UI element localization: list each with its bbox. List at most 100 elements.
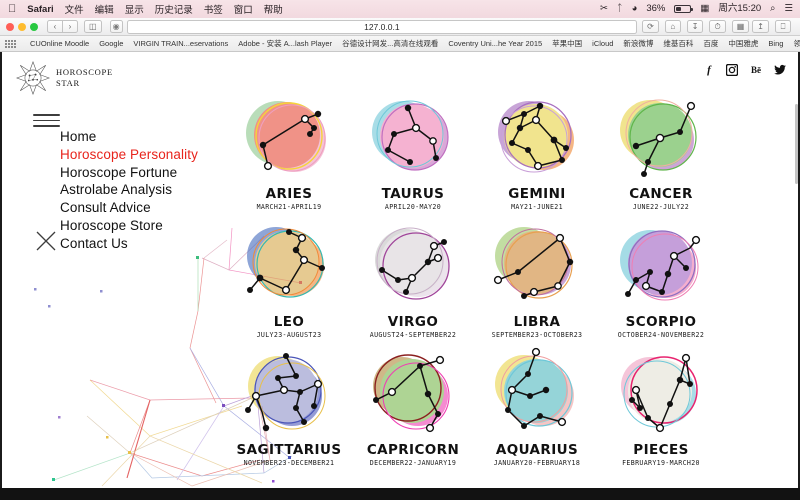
nav-item-home[interactable]: Home [60,128,198,146]
notification-center-icon[interactable]: ☰ [784,4,793,14]
bluetooth-icon[interactable]: ᛏ [617,4,623,14]
zodiac-dates: AUGUST24-SEPTEMBER22 [369,331,457,339]
menu-clock[interactable]: 周六15:20 [718,4,761,14]
tabs-icon[interactable]: ⎕ [775,20,791,33]
bookmark-item[interactable]: 谷德设计网发...高清在线观看 [342,38,438,49]
zodiac-name: ARIES [265,186,313,202]
reload-icon[interactable]: ⟳ [642,20,659,33]
url-input[interactable]: 127.0.0.1 [126,19,638,34]
zodiac-card-capricorn[interactable]: CAPRICORN DECEMBER22-JANUARY19 [354,344,472,467]
zodiac-card-pieces[interactable]: PIECES FEBRUARY19-MARCH20 [602,344,720,467]
menu-item-edit[interactable]: 编辑 [95,2,114,16]
nav-item-horoscope-personality[interactable]: Horoscope Personality [60,146,198,164]
bookmark-item[interactable]: Google [99,39,123,48]
bookmark-item[interactable]: VIRGIN TRAIN...eservations [133,39,228,48]
bookmark-item[interactable]: iCloud [592,39,613,48]
address-bar-area[interactable]: ◉ 127.0.0.1 [109,19,638,34]
history-icon[interactable]: ⏱ [709,20,726,33]
zodiac-card-aries[interactable]: ARIES MARCH21-APRIL19 [230,88,348,211]
menu-item-bookmarks[interactable]: 书签 [204,2,223,16]
zodiac-card-aquarius[interactable]: AQUARIUS JANUARY20-FEBRUARY18 [478,344,596,467]
zodiac-card-scorpio[interactable]: SCORPIO OCTOBER24-NOVEMBER22 [602,216,720,339]
apple-icon[interactable]:  [8,3,16,15]
zodiac-art-pieces [621,353,698,433]
social-links: f Bē [703,64,786,76]
menu-item-view[interactable]: 显示 [125,2,144,16]
home-icon[interactable]: ⌂ [664,20,681,33]
top-sites-icon[interactable]: ▦ [731,20,750,33]
bookmark-item[interactable]: Adobe - 安装 A...lash Player [238,38,332,49]
zodiac-name: SCORPIO [625,314,697,330]
zodiac-card-leo[interactable]: LEO JULY23-AUGUST23 [230,216,348,339]
zodiac-card-libra[interactable]: LIBRA SEPTEMBER23-OCTOBER23 [478,216,596,339]
nav-item-horoscope-store[interactable]: Horoscope Store [60,217,198,235]
menu-app-name[interactable]: Safari [27,4,53,15]
bookmark-item[interactable]: 维基百科 [663,38,693,49]
reader-icon[interactable]: ◉ [109,20,123,33]
nav-item-astrolabe-analysis[interactable]: Astrolabe Analysis [60,181,198,199]
menu-item-window[interactable]: 窗口 [234,2,253,16]
twitter-icon[interactable] [774,64,786,76]
macos-dock[interactable] [0,488,800,500]
downloads-icon[interactable]: ↧ [686,20,704,33]
zodiac-dates: FEBRUARY19-MARCH20 [622,459,700,467]
toolbar-actions[interactable]: ⟳ ⌂ ↧ ⏱ ▦ [642,20,752,33]
zodiac-name: CANCER [629,186,693,202]
input-source-icon[interactable]: ▦ [700,4,709,14]
minimize-window-button[interactable] [18,22,26,31]
menu-item-file[interactable]: 文件 [65,2,84,16]
zoom-window-button[interactable] [30,22,38,31]
zodiac-art-scorpio [620,230,701,301]
show-all-bookmarks-icon[interactable] [5,39,16,48]
behance-icon[interactable]: Bē [749,64,763,76]
zodiac-art-sagittarius [245,353,326,432]
bookmark-item[interactable]: CUOnline Moodle [30,39,89,48]
nav-button-group[interactable]: ‹ › [47,20,78,33]
zodiac-name: LIBRA [513,314,561,330]
safari-toolbar: ‹ › ◫ ◉ 127.0.0.1 ⟳ ⌂ ↧ ⏱ ▦ ↥ ⎕ [0,18,800,36]
screen:  Safari 文件 编辑 显示 历史记录 书签 窗口 帮助 ✂ ᛏ ◕ 36… [0,0,800,500]
zodiac-name: AQUARIUS [495,442,579,458]
zodiac-art-aquarius [495,347,574,429]
window-controls[interactable] [6,22,38,31]
menu-item-help[interactable]: 帮助 [264,2,283,16]
zodiac-card-gemini[interactable]: GEMINI MAY21-JUNE21 [478,88,596,211]
zodiac-card-sagittarius[interactable]: SAGITTARIUS NOVEMBER23-DECEMBER21 [230,344,348,467]
bookmark-item[interactable]: Coventry Uni...he Year 2015 [448,39,542,48]
nav-item-contact-us[interactable]: Contact Us [60,235,198,253]
back-button[interactable]: ‹ [47,20,63,33]
zodiac-art-aries [246,101,326,172]
bookmarks-bar: CUOnline Moodle Google VIRGIN TRAIN...es… [0,36,800,52]
page-scrollbar[interactable] [795,104,798,184]
zodiac-art-libra [493,227,574,299]
share-icon[interactable]: ↥ [752,20,769,33]
zodiac-dates: MARCH21-APRIL19 [256,203,322,211]
bookmark-item[interactable]: 领英 [793,38,800,49]
star-burst-icon [16,61,50,95]
menu-item-history[interactable]: 历史记录 [155,2,193,16]
toolbar-right-actions[interactable]: ↥ ⎕ [752,20,794,33]
forward-button[interactable]: › [62,20,78,33]
sidebar-icon[interactable]: ◫ [84,20,102,33]
zodiac-card-taurus[interactable]: TAURUS APRIL20-MAY20 [354,88,472,211]
zodiac-card-virgo[interactable]: VIRGO AUGUST24-SEPTEMBER22 [354,216,472,339]
close-window-button[interactable] [6,22,14,31]
zodiac-card-cancer[interactable]: CANCER JUNE22-JULY22 [602,88,720,211]
bookmark-item[interactable]: 中国雅虎 [728,38,758,49]
bookmark-item[interactable]: 百度 [703,38,718,49]
nav-item-consult-advice[interactable]: Consult Advice [60,199,198,217]
bookmark-item[interactable]: 新浪微博 [623,38,653,49]
site-logo[interactable]: HOROSCOPE STAR [16,61,113,95]
bookmark-item[interactable]: Bing [768,39,783,48]
scissors-icon[interactable]: ✂ [600,4,608,14]
spotlight-search-icon[interactable]: ⌕ [770,4,775,14]
battery-icon[interactable] [674,5,693,13]
bookmark-item[interactable]: 苹果中国 [552,38,582,49]
close-x-icon[interactable] [35,230,57,252]
facebook-icon[interactable]: f [703,64,715,76]
nav-item-horoscope-fortune[interactable]: Horoscope Fortune [60,164,198,182]
hamburger-icon[interactable] [33,114,60,131]
instagram-icon[interactable] [726,64,738,76]
macos-menu-bar:  Safari 文件 编辑 显示 历史记录 书签 窗口 帮助 ✂ ᛏ ◕ 36… [0,0,800,18]
wifi-icon[interactable]: ◕ [632,4,638,14]
